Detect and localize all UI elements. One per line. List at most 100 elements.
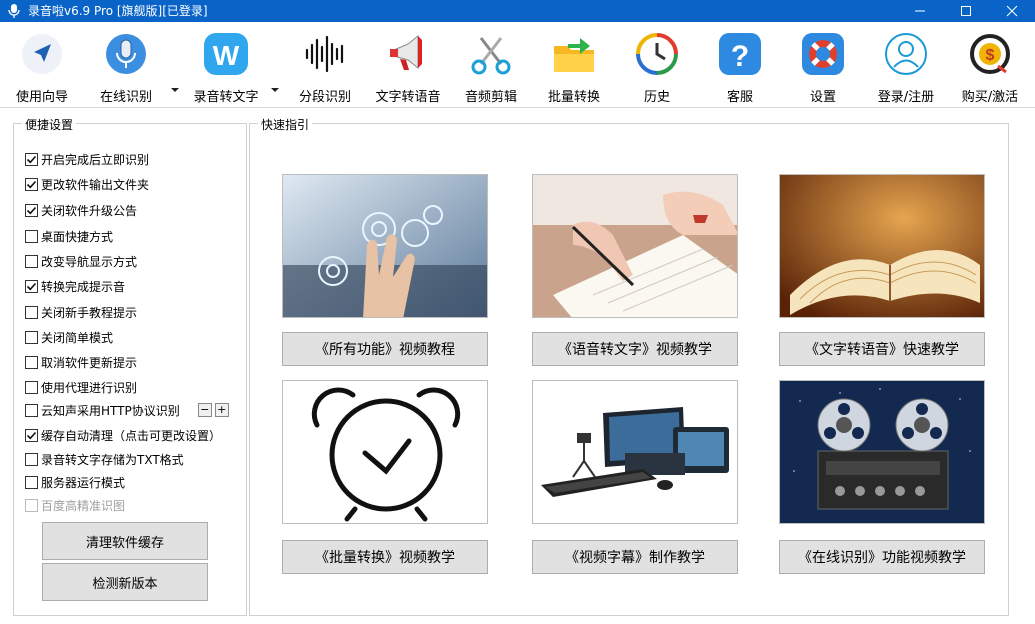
setting-option[interactable]: 转换完成提示音: [25, 278, 125, 294]
dollar-clock-icon: $: [970, 34, 1010, 74]
toolbar-label: 批量转换: [547, 90, 600, 105]
setting-option-label: 更改软件输出文件夹: [41, 177, 150, 192]
toolbar-guide-button[interactable]: 使用向导: [2, 32, 82, 105]
checkbox[interactable]: [25, 305, 38, 319]
setting-option[interactable]: 关闭新手教程提示: [25, 304, 137, 320]
guide-image-touch-screen[interactable]: [282, 174, 488, 318]
svg-text:$: $: [986, 47, 995, 64]
setting-option[interactable]: 关闭软件升级公告: [25, 202, 137, 218]
checkbox-checked[interactable]: [25, 177, 38, 191]
toolbar-text-to-speech-button[interactable]: 文字转语音: [368, 32, 448, 105]
guide-image-writing[interactable]: [532, 174, 738, 318]
toolbar-label: 文字转语音: [375, 90, 441, 105]
audio-to-text-dropdown-icon[interactable]: [270, 86, 280, 94]
toolbar-audio-edit-button[interactable]: 音频剪辑: [451, 32, 531, 105]
guide-image-tape-recorder[interactable]: [779, 380, 985, 524]
setting-option[interactable]: 云知声采用HTTP协议识别 − +: [25, 402, 229, 418]
check-update-button[interactable]: 检测新版本: [42, 563, 208, 601]
title-bar: 录音啦v6.9 Pro [旗舰版][已登录]: [0, 0, 1035, 22]
toolbar-label: 客服: [726, 90, 753, 105]
video-production-setup-image: [533, 381, 737, 523]
hand-writing-notebook-image: [533, 175, 737, 317]
maximize-button[interactable]: [943, 0, 989, 22]
toolbar-support-button[interactable]: ? 客服: [700, 32, 780, 105]
checkbox[interactable]: [25, 380, 38, 394]
toolbar-label: 在线识别: [99, 90, 152, 105]
toolbar-segment-recognition-button[interactable]: 分段识别: [285, 32, 365, 105]
alarm-clock-image: [283, 381, 487, 523]
decrease-button[interactable]: −: [197, 403, 212, 417]
setting-option-label: 服务器运行模式: [41, 475, 126, 490]
checkbox[interactable]: [25, 355, 38, 369]
quick-settings-panel: 便捷设置 开启完成后立即识别 更改软件输出文件夹关闭软件升级公告桌面快捷方式改变导…: [13, 116, 247, 616]
open-book-image: [780, 175, 984, 317]
setting-option[interactable]: 更改软件输出文件夹: [25, 176, 149, 192]
toolbar-login-button[interactable]: 登录/注册: [866, 32, 946, 105]
toolbar-online-recognition-button[interactable]: 在线识别: [86, 32, 166, 105]
scissors-icon: [471, 37, 511, 75]
setting-option-label: 关闭新手教程提示: [41, 305, 138, 320]
setting-option[interactable]: 缓存自动清理（点击可更改设置）: [25, 427, 221, 443]
checkmark-icon: [26, 431, 37, 439]
guide-image-video-setup[interactable]: [532, 380, 738, 524]
setting-option-label: 缓存自动清理（点击可更改设置）: [41, 428, 222, 443]
minimize-button[interactable]: [897, 0, 943, 22]
all-features-tutorial-button[interactable]: 《所有功能》视频教程: [282, 332, 488, 366]
checkbox[interactable]: [25, 452, 38, 466]
guide-image-alarm-clock[interactable]: [282, 380, 488, 524]
setting-option[interactable]: 取消软件更新提示: [25, 354, 137, 370]
setting-option[interactable]: 开启完成后立即识别: [25, 151, 149, 167]
window-title: 录音啦v6.9 Pro [旗舰版][已登录]: [28, 4, 208, 18]
video-subtitle-tutorial-button[interactable]: 《视频字幕》制作教学: [532, 540, 738, 574]
quick-settings-title: 便捷设置: [22, 116, 77, 133]
toolbar-batch-convert-button[interactable]: 批量转换: [534, 32, 614, 105]
setting-option[interactable]: 录音转文字存储为TXT格式: [25, 451, 184, 467]
checkmark-icon: [26, 206, 37, 214]
app-microphone-icon: [8, 4, 20, 18]
maximize-icon: [961, 6, 971, 16]
setting-option[interactable]: 改变导航显示方式: [25, 253, 137, 269]
speech-to-text-tutorial-button[interactable]: 《语音转文字》视频教学: [532, 332, 738, 366]
close-button[interactable]: [989, 0, 1035, 22]
toolbar-label: 历史: [643, 90, 670, 105]
checkbox[interactable]: [25, 475, 38, 489]
quick-guide-title: 快速指引: [258, 116, 313, 133]
reel-to-reel-tape-recorder-image: [780, 381, 984, 523]
batch-convert-tutorial-button[interactable]: 《批量转换》视频教学: [282, 540, 488, 574]
setting-option[interactable]: 桌面快捷方式: [25, 228, 113, 244]
svg-text:?: ?: [731, 40, 749, 73]
megaphone-icon: [390, 34, 422, 70]
setting-option: 百度高精准识图: [25, 497, 125, 513]
toolbar-audio-to-text-button[interactable]: W 录音转文字: [186, 32, 266, 105]
setting-option[interactable]: 使用代理进行识别: [25, 379, 137, 395]
touch-screen-hand-image: [283, 175, 487, 317]
clear-cache-button[interactable]: 清理软件缓存: [42, 522, 208, 560]
setting-option-label: 云知声采用HTTP协议识别: [41, 403, 180, 418]
toolbar-settings-button[interactable]: 设置: [783, 32, 863, 105]
checkbox[interactable]: [25, 403, 38, 417]
setting-option-label: 开启完成后立即识别: [41, 152, 150, 167]
checkbox[interactable]: [25, 254, 38, 268]
toolbar-label: 登录/注册: [877, 90, 935, 105]
checkbox-checked[interactable]: [25, 203, 38, 217]
checkbox[interactable]: [25, 229, 38, 243]
toolbar-purchase-button[interactable]: $ 购买/激活: [950, 32, 1030, 105]
toolbar-label: 使用向导: [15, 90, 68, 105]
increase-button[interactable]: +: [214, 403, 229, 417]
setting-option-label: 桌面快捷方式: [41, 229, 114, 244]
online-recognition-tutorial-button[interactable]: 《在线识别》功能视频教学: [779, 540, 985, 574]
setting-option[interactable]: 关闭简单模式: [25, 329, 113, 345]
toolbar-label: 购买/激活: [961, 90, 1019, 105]
online-recognition-dropdown-icon[interactable]: [170, 86, 180, 94]
checkbox[interactable]: [25, 330, 38, 344]
toolbar-history-button[interactable]: 历史: [617, 32, 697, 105]
checkbox-checked[interactable]: [25, 428, 38, 442]
text-to-speech-tutorial-button[interactable]: 《文字转语音》快速教学: [779, 332, 985, 366]
checkbox-checked[interactable]: [25, 279, 38, 293]
setting-option-label: 转换完成提示音: [41, 279, 126, 294]
main-content: 便捷设置 开启完成后立即识别 更改软件输出文件夹关闭软件升级公告桌面快捷方式改变导…: [0, 109, 1035, 624]
guide-image-book[interactable]: [779, 174, 985, 318]
checkbox-checked[interactable]: [25, 152, 38, 166]
toolbar-label: 音频剪辑: [464, 90, 517, 105]
setting-option[interactable]: 服务器运行模式: [25, 474, 125, 490]
